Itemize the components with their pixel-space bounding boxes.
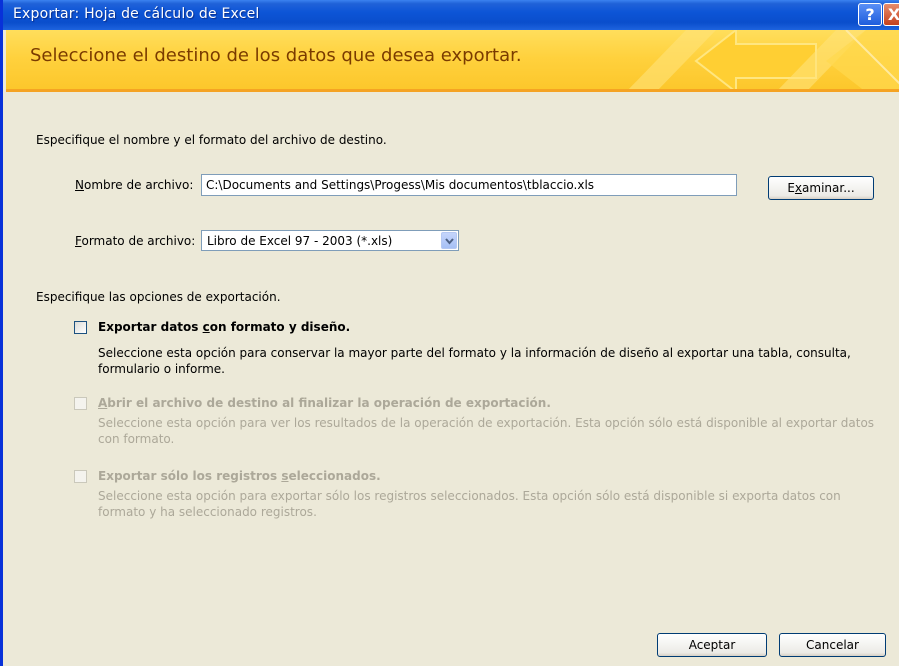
format-layout-option-description: Seleccione esta opción para conservar la… (98, 346, 851, 376)
header-banner: Seleccione el destino de los datos que d… (6, 30, 899, 92)
selected-records-option-title: Exportar sólo los registros seleccionado… (98, 469, 381, 483)
banner-arrow-decoration (626, 30, 899, 92)
banner-divider (6, 89, 899, 92)
destination-instructions: Especifique el nombre y el formato del a… (36, 133, 387, 147)
title-bar[interactable]: Exportar: Hoja de cálculo de Excel ? X (3, 0, 899, 30)
options-instructions: Especifique las opciones de exportación. (36, 290, 281, 304)
banner-heading: Seleccione el destino de los datos que d… (30, 45, 522, 66)
selected-records-option-description: Seleccione esta opción para exportar sól… (98, 489, 841, 519)
format-layout-checkbox[interactable] (74, 321, 87, 334)
cancel-button[interactable]: Cancelar (779, 633, 886, 657)
open-destination-checkbox[interactable] (74, 397, 87, 410)
format-label-text: ormato de archivo: (81, 234, 196, 248)
help-button[interactable]: ? (858, 3, 882, 26)
filename-input[interactable]: C:\Documents and Settings\Progess\Mis do… (201, 174, 737, 196)
export-dialog: Exportar: Hoja de cálculo de Excel ? X S… (0, 0, 899, 666)
browse-button[interactable]: Examinar... (768, 176, 874, 200)
filename-label-text: ombre de archivo: (83, 178, 194, 192)
close-button[interactable]: X (883, 3, 899, 26)
chevron-down-icon[interactable] (441, 232, 457, 249)
format-label: Formato de archivo: (75, 234, 196, 248)
filename-label: Nombre de archivo: (75, 178, 194, 192)
format-layout-option-title: Exportar datos con formato y diseño. (98, 320, 351, 334)
window-title: Exportar: Hoja de cálculo de Excel (13, 6, 260, 22)
open-destination-option-title: Abrir el archivo de destino al finalizar… (98, 396, 551, 410)
format-dropdown[interactable]: Libro de Excel 97 - 2003 (*.xls) (201, 230, 459, 251)
browse-button-label: Examinar... (787, 181, 855, 195)
selected-records-checkbox[interactable] (74, 470, 87, 483)
format-selected-value: Libro de Excel 97 - 2003 (*.xls) (207, 234, 393, 248)
ok-button[interactable]: Aceptar (657, 633, 767, 657)
open-destination-option-description: Seleccione esta opción para ver los resu… (98, 416, 875, 446)
